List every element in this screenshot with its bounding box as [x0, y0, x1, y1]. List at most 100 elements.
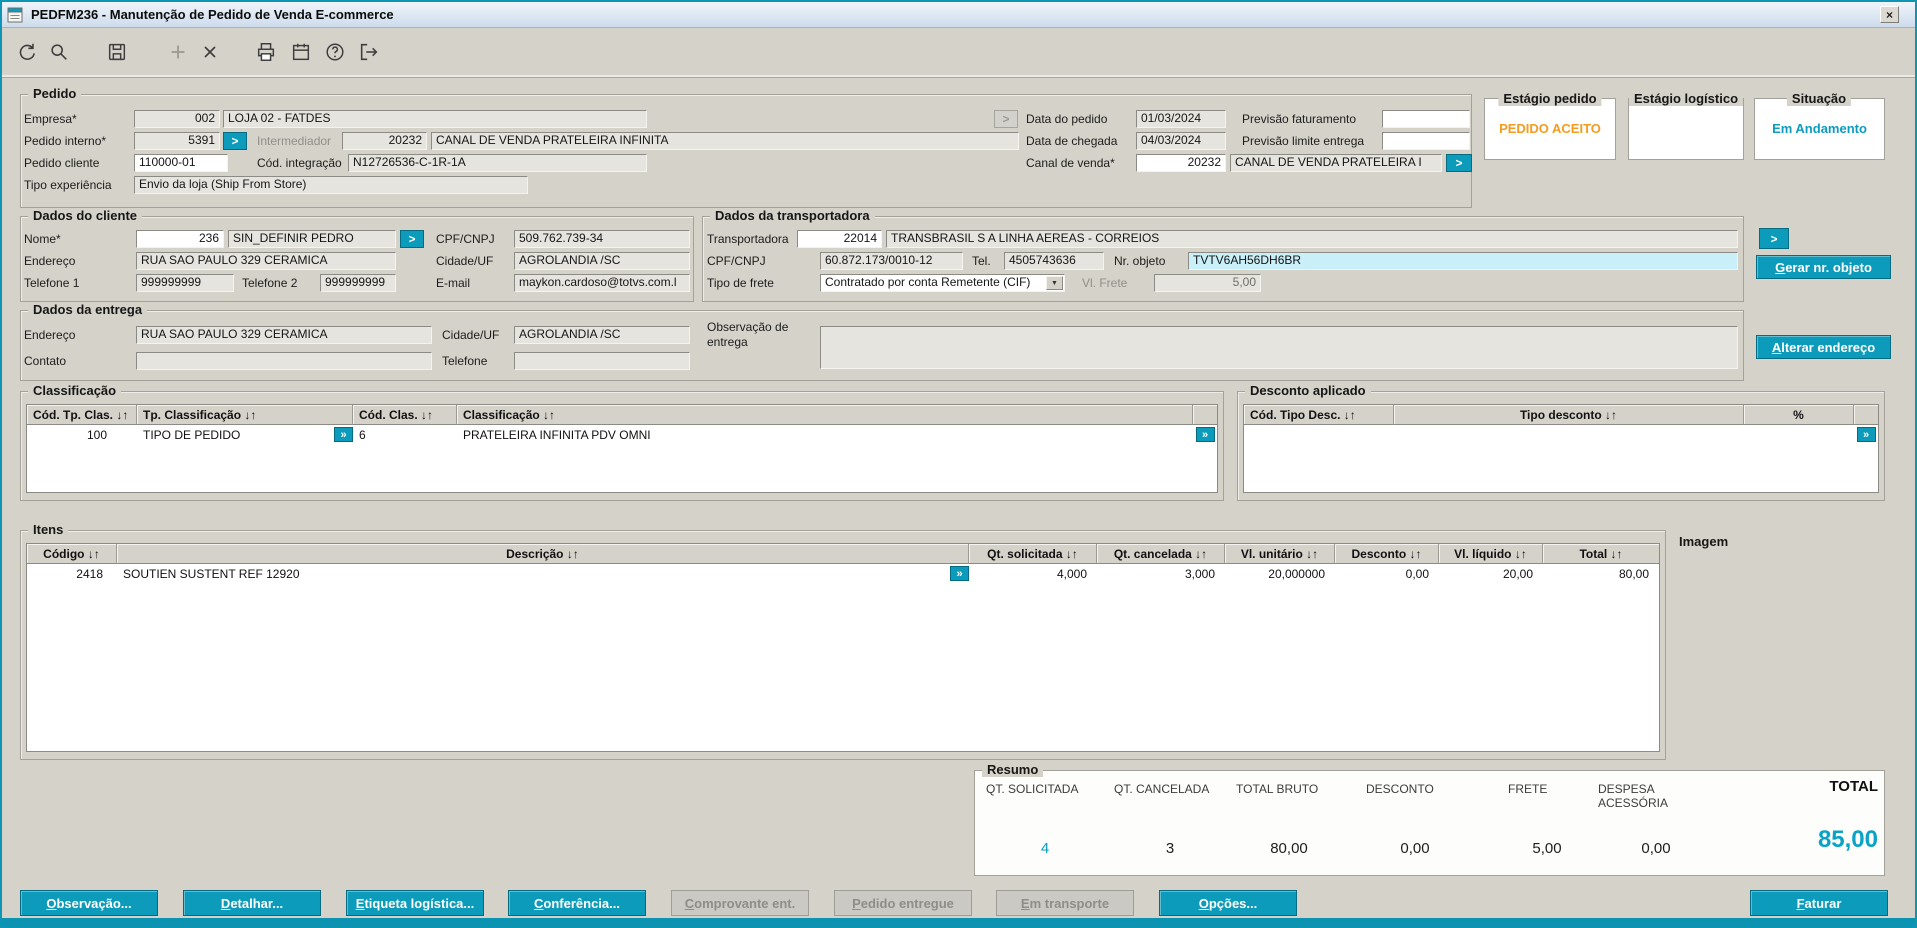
estagio-pedido-value: PEDIDO ACEITO: [1499, 121, 1601, 136]
itens-cell-desconto: 0,00: [1405, 566, 1429, 581]
estagio-logistico-box: [1628, 98, 1744, 160]
save-icon: [108, 43, 126, 61]
data-chegada-label: Data de chegada: [1026, 134, 1118, 148]
cliente-cidade-field: AGROLANDIA /SC: [514, 252, 690, 270]
itens-header-codigo[interactable]: Código ↓↑: [27, 544, 117, 564]
help-icon: [326, 43, 344, 61]
telefone2-field: 999999999: [320, 274, 396, 292]
itens-table-header: Código ↓↑ Descrição ↓↑ Qt. solicitada ↓↑…: [27, 544, 1659, 564]
transportadora-lookup-button[interactable]: >: [1759, 228, 1789, 249]
desconto-row-detail-button[interactable]: »: [1856, 427, 1876, 442]
email-label: E-mail: [436, 276, 471, 290]
canal-venda-lookup-button[interactable]: >: [1446, 154, 1472, 172]
canal-venda-label: Canal de venda*: [1026, 156, 1115, 170]
previsao-faturamento-field[interactable]: [1382, 110, 1470, 128]
faturar-button[interactable]: Faturar: [1750, 890, 1888, 916]
desconto-empty-row: »: [1244, 425, 1878, 444]
itens-header-qt-cancelada[interactable]: Qt. cancelada ↓↑: [1097, 544, 1225, 564]
classificacao-cell-nome: PRATELEIRA INFINITA PDV OMNI: [463, 427, 651, 442]
resumo-qt-cancelada-value: 3: [1165, 840, 1175, 857]
empresa-name-field: LOJA 02 - FATDES: [223, 110, 647, 128]
estagio-logistico-label: Estágio logístico: [1628, 91, 1744, 106]
conferencia-button[interactable]: Conferência...: [508, 890, 646, 916]
pedido-interno-lookup-button[interactable]: >: [223, 132, 247, 150]
resumo-col-total-bruto: TOTAL BRUTO 80,00: [1236, 782, 1342, 868]
exit-button[interactable]: [354, 37, 384, 67]
tipo-frete-select[interactable]: Contratado por conta Remetente (CIF) ▼: [820, 274, 1065, 292]
classificacao-row: 100 TIPO DE PEDIDO » 6 PRATELEIRA INFINI…: [27, 425, 1217, 444]
gerar-nr-objeto-button[interactable]: Gerar nr. objeto: [1756, 255, 1891, 279]
itens-header-desconto[interactable]: Desconto ↓↑: [1335, 544, 1439, 564]
cliente-legend: Dados do cliente: [28, 208, 143, 223]
calendar-button[interactable]: [286, 37, 316, 67]
chevron-down-icon[interactable]: ▼: [1046, 276, 1063, 290]
itens-header-descricao[interactable]: Descrição ↓↑: [117, 544, 969, 564]
opcoes-button[interactable]: Opções...: [1159, 890, 1297, 916]
window-title: PEDFM236 - Manutenção de Pedido de Venda…: [31, 7, 394, 22]
add-icon: [171, 45, 185, 59]
estagio-pedido-label: Estágio pedido: [1498, 91, 1602, 106]
refresh-icon: [19, 43, 35, 60]
observacao-entrega-field: [820, 326, 1738, 369]
delete-icon: [204, 46, 216, 58]
print-button[interactable]: [251, 37, 281, 67]
alterar-endereco-button[interactable]: Alterar endereço: [1756, 335, 1891, 359]
classificacao-header-nome[interactable]: Classificação ↓↑: [457, 405, 1193, 425]
save-button[interactable]: [102, 37, 132, 67]
itens-cell-descricao: SOUTIEN SUSTENT REF 12920 »: [117, 564, 969, 583]
intermediador-code-field: 20232: [342, 132, 427, 150]
entrega-telefone-field: [514, 352, 690, 370]
itens-header-vl-unitario[interactable]: Vl. unitário ↓↑: [1225, 544, 1335, 564]
itens-cell-total: 80,00: [1618, 566, 1649, 581]
toolbar: [2, 28, 1915, 78]
help-button[interactable]: [320, 37, 350, 67]
entrega-legend: Dados da entrega: [28, 302, 148, 317]
itens-header-total[interactable]: Total ↓↑: [1543, 544, 1659, 564]
cod-integracao-label: Cód. integração: [257, 156, 342, 170]
nr-objeto-field[interactable]: TVTV6AH56DH6BR: [1188, 252, 1738, 270]
tipo-experiencia-field: Envio da loja (Ship From Store): [134, 176, 528, 194]
resumo-desconto-value: 0,00: [1400, 840, 1430, 857]
search-button[interactable]: [44, 37, 74, 67]
itens-row: 2418 SOUTIEN SUSTENT REF 12920 » 4,000 3…: [27, 564, 1659, 583]
classificacao-header-tp[interactable]: Tp. Classificação ↓↑: [137, 405, 353, 425]
itens-header-qt-solicitada[interactable]: Qt. solicitada ↓↑: [969, 544, 1097, 564]
detalhar-button[interactable]: Detalhar...: [183, 890, 321, 916]
observacao-button[interactable]: Observação...: [20, 890, 158, 916]
previsao-limite-field[interactable]: [1382, 132, 1470, 150]
tel-field: 4505743636: [1004, 252, 1104, 270]
contato-label: Contato: [24, 354, 67, 368]
classificacao-header-cod[interactable]: Cód. Clas. ↓↑: [353, 405, 457, 425]
transportadora-cpf-field: 60.872.173/0010-12: [820, 252, 963, 270]
telefone2-label: Telefone 2: [242, 276, 298, 290]
data-pedido-field: 01/03/2024: [1136, 110, 1226, 128]
itens-legend: Itens: [28, 522, 69, 537]
classificacao-row-detail-button[interactable]: »: [1195, 427, 1215, 442]
empresa-label: Empresa*: [24, 112, 77, 126]
itens-header-vl-liquido[interactable]: Vl. líquido ↓↑: [1439, 544, 1543, 564]
desconto-header-cod[interactable]: Cód. Tipo Desc. ↓↑: [1244, 405, 1394, 425]
classificacao-table: Cód. Tp. Clas. ↓↑ Tp. Classificação ↓↑ C…: [26, 404, 1218, 493]
close-button[interactable]: ×: [1880, 6, 1899, 23]
itens-cell-qt-cancelada: 3,000: [1184, 566, 1215, 581]
pedido-cliente-field[interactable]: 110000-01: [134, 154, 228, 172]
classificacao-header-cod-tp[interactable]: Cód. Tp. Clas. ↓↑: [27, 405, 137, 425]
tipo-frete-label: Tipo de frete: [707, 276, 774, 290]
calendar-icon: [292, 43, 310, 61]
data-chegada-field: 04/03/2024: [1136, 132, 1226, 150]
desconto-legend: Desconto aplicado: [1245, 383, 1371, 398]
desconto-header-tipo[interactable]: Tipo desconto ↓↑: [1394, 405, 1744, 425]
nome-code-field[interactable]: 236: [136, 230, 224, 248]
desconto-row-actions: »: [1854, 425, 1878, 444]
canal-venda-code-field[interactable]: 20232: [1136, 154, 1226, 172]
desconto-header-pct[interactable]: %: [1744, 405, 1854, 425]
delete-button[interactable]: [195, 37, 225, 67]
etiqueta-logistica-button[interactable]: Etiqueta logística...: [346, 890, 484, 916]
data-pedido-label: Data do pedido: [1026, 112, 1108, 126]
cliente-cidade-label: Cidade/UF: [436, 254, 494, 268]
classificacao-tp-detail-button[interactable]: »: [334, 427, 353, 442]
transportadora-code-field[interactable]: 22014: [797, 230, 882, 248]
nome-lookup-button[interactable]: >: [400, 230, 424, 248]
itens-row-detail-button[interactable]: »: [950, 566, 969, 581]
refresh-button[interactable]: [12, 37, 42, 67]
